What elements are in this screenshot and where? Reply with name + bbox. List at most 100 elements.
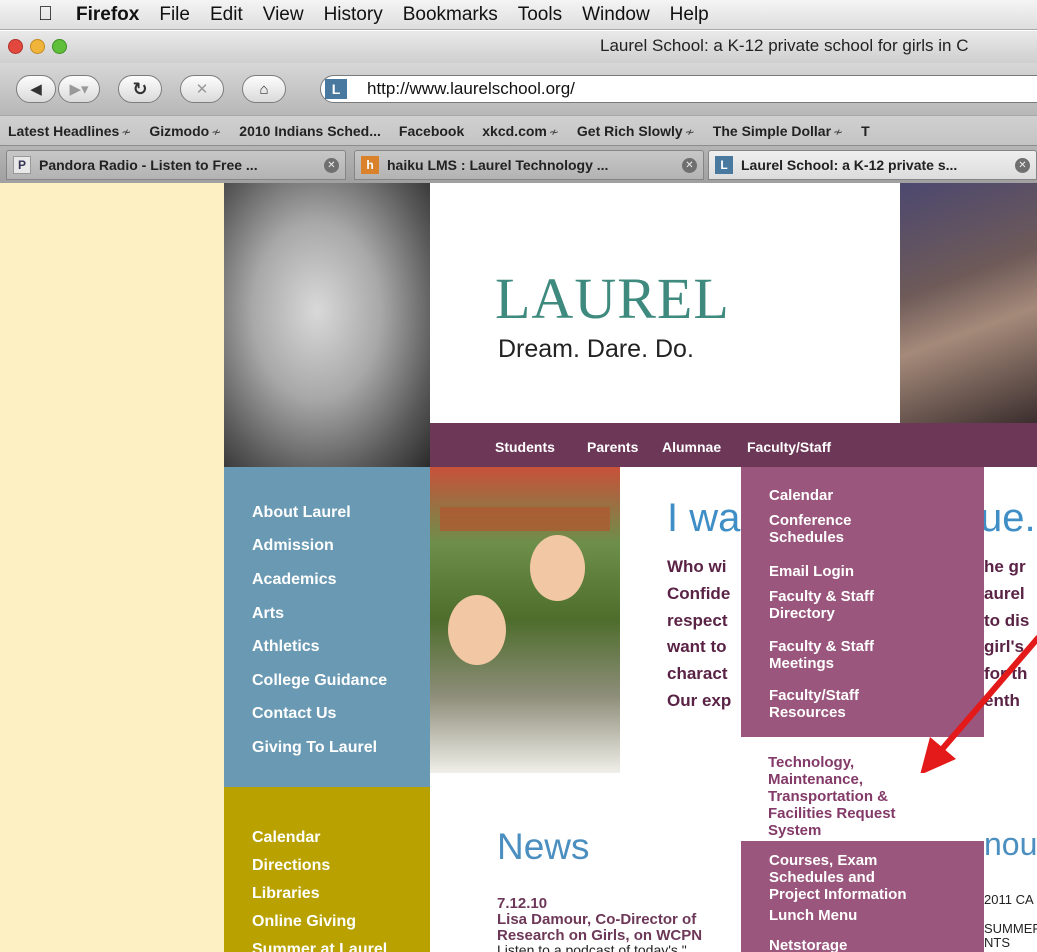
dropdown-item-lunch-menu[interactable]: Lunch Menu [769, 907, 857, 924]
stop-button[interactable]: ✕ [180, 75, 224, 103]
navigation-toolbar: ◀ ▶▾ ↻ ✕ ⌂ http://www.laurelschool.org/ … [0, 63, 1037, 115]
utility-nav: Calendar Directions Libraries Online Giv… [224, 787, 430, 952]
tab-haiku[interactable]: h haiku LMS : Laurel Technology ... ✕ [354, 150, 704, 180]
tab-label: Laurel School: a K-12 private s... [741, 157, 958, 173]
bookmark-label: Get Rich Slowly [576, 122, 683, 139]
hero-headline-start: I wa [667, 496, 741, 540]
nav-faculty-staff[interactable]: Faculty/Staff [747, 439, 831, 455]
dropdown-item-calendar[interactable]: Calendar [769, 487, 833, 504]
close-tab-icon[interactable]: ✕ [324, 157, 339, 173]
bookmark-item[interactable]: Gizmodo ≁ [149, 123, 221, 139]
dropdown-item-netstorage[interactable]: Netstorage [769, 937, 847, 952]
tab-label: Pandora Radio - Listen to Free ... [39, 157, 258, 173]
laurel-logo[interactable]: LAUREL [495, 265, 730, 332]
bookmark-label: Facebook [398, 122, 465, 139]
rss-feed-icon: ≁ [121, 124, 132, 139]
close-tab-icon[interactable]: ✕ [682, 157, 697, 173]
dropdown-item-courses-exam-schedules[interactable]: Courses, Exam Schedules and Project Info… [769, 852, 907, 903]
menu-view[interactable]: View [263, 4, 304, 26]
close-window-icon[interactable] [8, 39, 23, 54]
nav-students[interactable]: Students [495, 439, 555, 455]
nav-arts[interactable]: Arts [252, 605, 284, 623]
nav-alumnae[interactable]: Alumnae [662, 439, 721, 455]
nav-about-laurel[interactable]: About Laurel [252, 504, 351, 522]
announcement-line[interactable]: NTS [984, 935, 1010, 950]
intro-text-line: want to [667, 637, 727, 656]
bookmarks-toolbar: Latest Headlines ≁ Gizmodo ≁ 2010 Indians … [0, 115, 1037, 145]
apple-menu-icon[interactable]:  [38, 3, 66, 26]
nav-online-giving[interactable]: Online Giving [252, 913, 356, 931]
intro-text-line: to dis [984, 611, 1030, 630]
dropdown-item-faculty-staff-directory[interactable]: Faculty & Staff Directory [769, 588, 874, 622]
nav-calendar[interactable]: Calendar [252, 829, 320, 847]
site-identity-icon[interactable]: L [325, 79, 347, 99]
laurel-favicon-icon: L [715, 156, 733, 174]
tab-laurel[interactable]: L Laurel School: a K-12 private s... ✕ [708, 150, 1037, 180]
nav-directions[interactable]: Directions [252, 857, 330, 875]
back-button[interactable]: ◀ [16, 75, 56, 103]
menu-bookmarks[interactable]: Bookmarks [403, 4, 498, 26]
tab-label: haiku LMS : Laurel Technology ... [387, 157, 609, 173]
tab-pandora[interactable]: P Pandora Radio - Listen to Free ... ✕ [6, 150, 346, 180]
announcement-line[interactable]: 2011 CA [984, 892, 1034, 907]
bookmark-label: xkcd.com [482, 122, 547, 139]
bookmark-item[interactable]: 2010 Indians Sched... [239, 123, 381, 139]
students-photo [430, 467, 620, 773]
nav-summer-at-laurel[interactable]: Summer at Laurel [252, 941, 387, 952]
forward-button[interactable]: ▶▾ [58, 75, 100, 103]
bookmark-item[interactable]: Facebook [399, 123, 464, 139]
home-button[interactable]: ⌂ [242, 75, 286, 103]
bookmark-item[interactable]: xkcd.com ≁ [482, 123, 559, 139]
rss-feed-icon: ≁ [684, 124, 695, 139]
menu-app-name[interactable]: Firefox [76, 4, 139, 26]
intro-text-line: Our exp [667, 691, 732, 710]
nav-parents[interactable]: Parents [587, 439, 638, 455]
hero-headline-end: ue. [980, 496, 1036, 540]
minimize-window-icon[interactable] [30, 39, 45, 54]
dropdown-item-technology-request-system[interactable]: Technology, Maintenance, Transportation … [768, 754, 896, 839]
bookmark-label: 2010 Indians Sched... [239, 122, 381, 139]
nav-giving-to-laurel[interactable]: Giving To Laurel [252, 739, 377, 757]
nav-admission[interactable]: Admission [252, 537, 334, 555]
main-nav: About Laurel Admission Academics Arts At… [224, 467, 430, 787]
stop-icon: ✕ [195, 81, 209, 98]
rss-feed-icon: ≁ [833, 124, 844, 139]
tagline: Dream. Dare. Do. [498, 335, 694, 363]
bookmark-item[interactable]: Latest Headlines ≁ [8, 123, 131, 139]
student-portrait-photo [224, 183, 430, 467]
dropdown-item-faculty-staff-meetings[interactable]: Faculty & Staff Meetings [769, 638, 874, 672]
news-summary: Listen to a podcast of today's " [497, 942, 687, 952]
bookmark-item[interactable]: T [861, 123, 870, 139]
nav-academics[interactable]: Academics [252, 571, 337, 589]
bookmark-label: T [861, 122, 870, 139]
close-tab-icon[interactable]: ✕ [1015, 157, 1030, 173]
news-title-link[interactable]: Lisa Damour, Co-Director of [497, 911, 696, 928]
zoom-window-icon[interactable] [52, 39, 67, 54]
menu-window[interactable]: Window [582, 4, 650, 26]
nav-athletics[interactable]: Athletics [252, 638, 320, 656]
bookmark-label: Latest Headlines [8, 122, 120, 139]
url-bar[interactable]: http://www.laurelschool.org/ [320, 75, 1037, 103]
nav-college-guidance[interactable]: College Guidance [252, 672, 387, 690]
dropdown-item-conference-schedules[interactable]: Conference Schedules [769, 512, 852, 546]
home-icon: ⌂ [259, 80, 269, 98]
bookmark-item[interactable]: Get Rich Slowly ≁ [577, 123, 695, 139]
bookmark-item[interactable]: The Simple Dollar ≁ [713, 123, 843, 139]
menu-help[interactable]: Help [670, 4, 709, 26]
nav-libraries[interactable]: Libraries [252, 885, 320, 903]
dropdown-item-email-login[interactable]: Email Login [769, 563, 854, 580]
reload-button[interactable]: ↻ [118, 75, 162, 103]
announcements-heading: nounc [984, 826, 1037, 862]
dropdown-item-faculty-staff-resources[interactable]: Faculty/Staff Resources [769, 687, 859, 721]
announcement-line[interactable]: SUMMER [984, 921, 1037, 936]
bookmark-label: Gizmodo [149, 122, 210, 139]
rss-feed-icon: ≁ [211, 124, 222, 139]
menu-tools[interactable]: Tools [518, 4, 562, 26]
menu-edit[interactable]: Edit [210, 4, 243, 26]
annotation-arrow-icon [920, 635, 1037, 773]
window-title: Laurel School: a K-12 private school for… [600, 36, 969, 55]
menu-history[interactable]: History [324, 4, 383, 26]
menu-file[interactable]: File [159, 4, 190, 26]
nav-contact-us[interactable]: Contact Us [252, 705, 336, 723]
forward-arrow-icon: ▶▾ [69, 81, 89, 98]
